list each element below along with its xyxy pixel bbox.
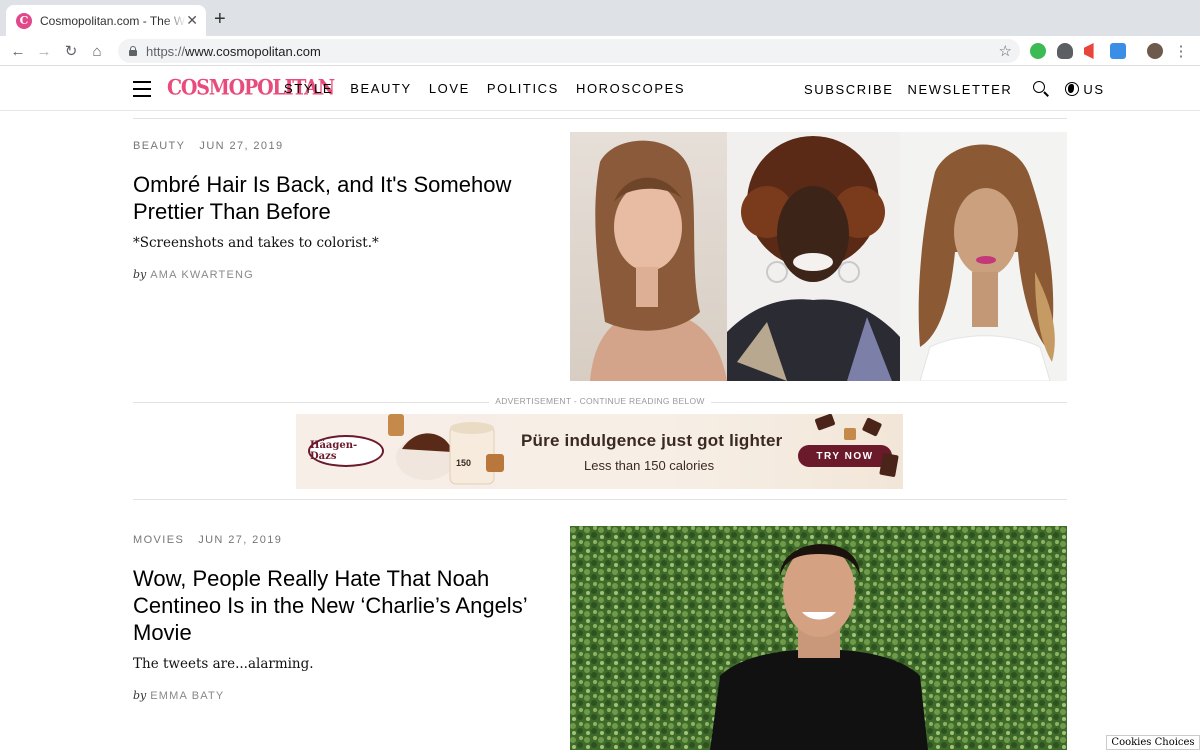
- author-link[interactable]: EMMA BATY: [150, 690, 224, 702]
- portrait-image: [900, 132, 1067, 381]
- main-nav: STYLE BEAUTY LOVE POLITICS HOROSCOPES: [284, 81, 702, 96]
- nav-item-beauty[interactable]: BEAUTY: [350, 81, 412, 96]
- new-tab-button[interactable]: +: [214, 9, 226, 29]
- address-bar[interactable]: https://www.cosmopolitan.com ☆: [118, 39, 1020, 63]
- lock-icon: [128, 46, 138, 56]
- nav-item-style[interactable]: STYLE: [284, 81, 333, 96]
- extension-owl-icon[interactable]: [1057, 43, 1073, 59]
- article-byline: by AMA KWARTENG: [133, 268, 254, 281]
- browser-tab[interactable]: C Cosmopolitan.com - The Women's Magazin…: [6, 5, 206, 36]
- search-icon[interactable]: [1033, 81, 1049, 97]
- publish-date: JUN 27, 2019: [199, 140, 284, 152]
- chocolate-pieces-decoration: [815, 414, 899, 477]
- article-headline[interactable]: Wow, People Really Hate That Noah Centin…: [133, 565, 553, 646]
- portrait-image: [570, 132, 727, 381]
- profile-avatar[interactable]: [1147, 43, 1163, 59]
- browser-menu-icon[interactable]: ⋮: [1171, 41, 1191, 61]
- article-headline[interactable]: Ombré Hair Is Back, and It's Somehow Pre…: [133, 171, 553, 225]
- url-text: https://www.cosmopolitan.com: [146, 43, 321, 59]
- subscribe-link[interactable]: SUBSCRIBE: [804, 82, 894, 97]
- site-header: COSMOPOLITAN STYLE BEAUTY LOVE POLITICS …: [0, 66, 1200, 111]
- advertisement-banner[interactable]: Häagen-Dazs 150 Püre indulgence just got…: [296, 414, 903, 489]
- section-label[interactable]: BEAUTY: [133, 140, 185, 152]
- globe-icon[interactable]: [1065, 82, 1080, 96]
- forward-arrow-icon[interactable]: →: [34, 41, 54, 61]
- cosmopolitan-favicon-icon: C: [16, 12, 32, 29]
- browser-toolbar: ← → ↻ ⌂ https://www.cosmopolitan.com ☆ ⋮: [0, 36, 1200, 66]
- newsletter-link[interactable]: NEWSLETTER: [908, 82, 1013, 97]
- article-dek: The tweets are...alarming.: [133, 656, 314, 672]
- nav-item-horoscopes[interactable]: HOROSCOPES: [576, 81, 685, 96]
- portrait-image: [727, 132, 900, 381]
- bookmark-star-icon[interactable]: ☆: [999, 42, 1012, 60]
- locale-selector[interactable]: US: [1083, 82, 1104, 97]
- hamburger-menu-icon[interactable]: [133, 81, 151, 97]
- tab-title: Cosmopolitan.com - The Women's Magazine: [40, 13, 186, 28]
- home-icon[interactable]: ⌂: [87, 41, 107, 61]
- cookies-choices-button[interactable]: Cookies Choices: [1106, 735, 1200, 750]
- advertisement-label-row: ADVERTISEMENT - CONTINUE READING BELOW: [133, 396, 1067, 408]
- extension-megaphone-icon[interactable]: [1084, 43, 1094, 59]
- publish-date: JUN 27, 2019: [198, 534, 283, 546]
- article-meta: BEAUTY JUN 27, 2019: [133, 140, 283, 152]
- article-hero-image[interactable]: [570, 132, 1067, 381]
- nav-item-love[interactable]: LOVE: [429, 81, 470, 96]
- divider: [133, 499, 1067, 500]
- browser-tabstrip: C Cosmopolitan.com - The Women's Magazin…: [0, 0, 1200, 36]
- reload-icon[interactable]: ↻: [61, 41, 81, 61]
- divider: [133, 118, 1067, 119]
- back-arrow-icon[interactable]: ←: [8, 41, 28, 61]
- advertisement-label: ADVERTISEMENT - CONTINUE READING BELOW: [133, 396, 1067, 406]
- section-label[interactable]: MOVIES: [133, 534, 184, 546]
- header-actions: SUBSCRIBE NEWSLETTER US: [804, 81, 1105, 97]
- close-tab-icon[interactable]: ✕: [186, 12, 198, 29]
- article-meta: MOVIES JUN 27, 2019: [133, 534, 282, 546]
- nav-item-politics[interactable]: POLITICS: [487, 81, 559, 96]
- article-hero-image[interactable]: [570, 526, 1067, 750]
- extension-green-icon[interactable]: [1030, 43, 1046, 59]
- article-dek: *Screenshots and takes to colorist.*: [133, 235, 379, 251]
- article-byline: by EMMA BATY: [133, 689, 225, 702]
- author-link[interactable]: AMA KWARTENG: [150, 269, 254, 281]
- extension-blue-icon[interactable]: [1110, 43, 1126, 59]
